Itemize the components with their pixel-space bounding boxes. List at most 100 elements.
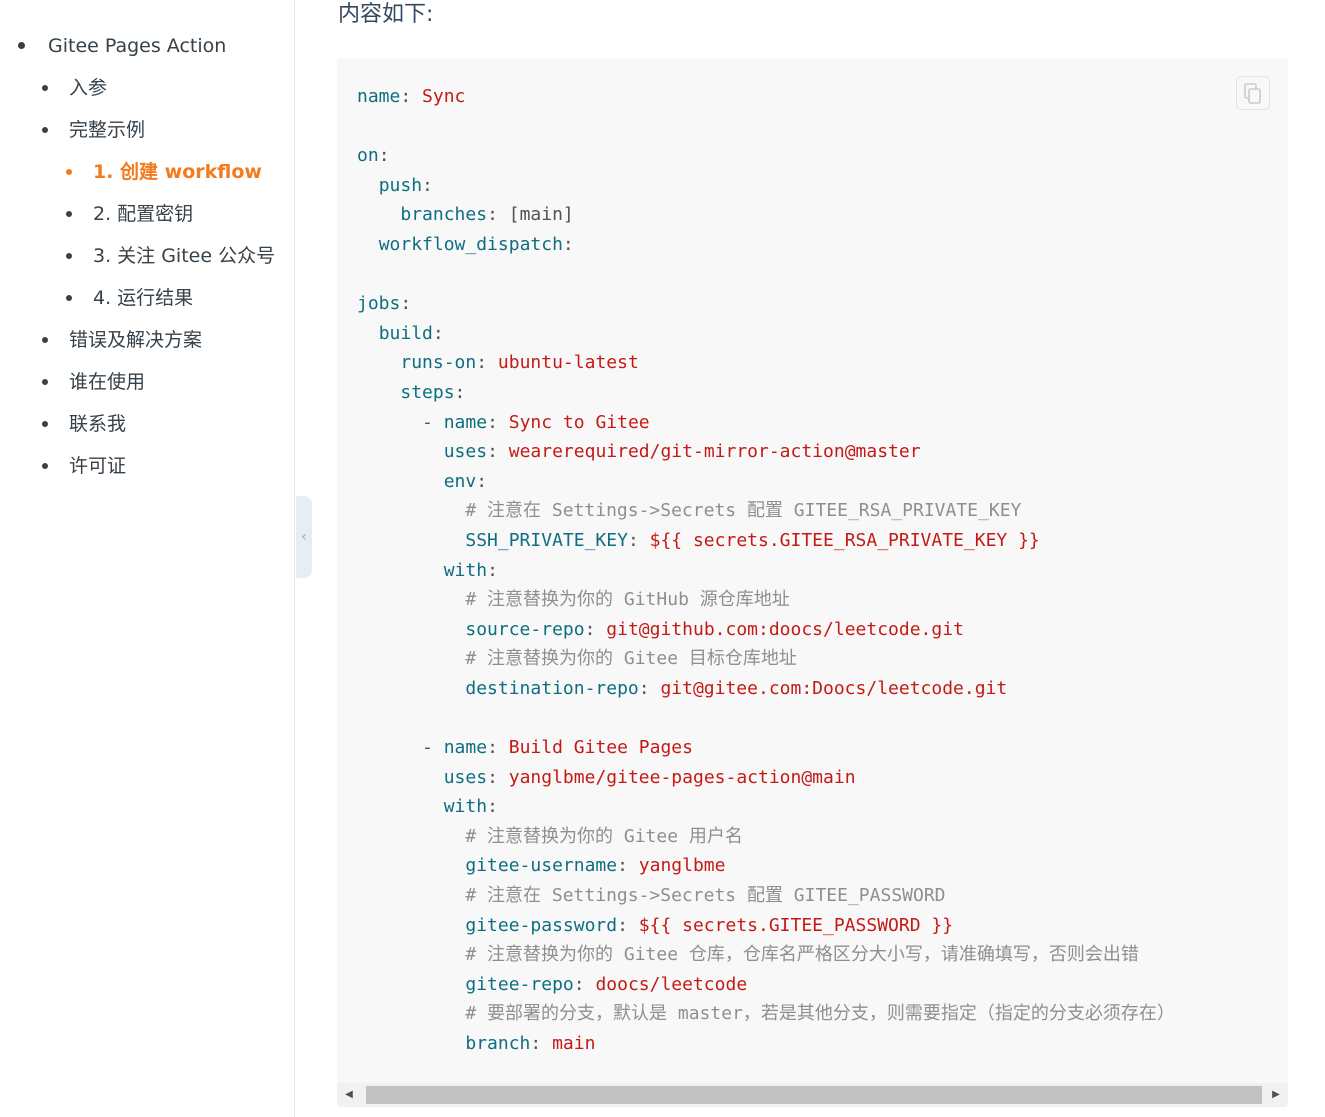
code-token: : xyxy=(476,470,488,492)
code-line: uses: wearerequired/git-mirror-action@ma… xyxy=(357,437,1175,467)
code-line: # 注意在 Settings->Secrets 配置 GITEE_PASSWOR… xyxy=(357,881,1175,911)
toc-item-label: 许可证 xyxy=(69,455,127,477)
code-token: SSH_PRIVATE_KEY xyxy=(465,529,628,551)
code-token: # 注意在 Settings->Secrets 配置 GITEE_RSA_PRI… xyxy=(465,500,1022,522)
code-block: name: Sync on: push: branches: [main] wo… xyxy=(337,58,1288,1107)
code-token: : xyxy=(487,559,498,581)
code-line: with: xyxy=(357,556,1175,586)
yaml-code: name: Sync on: push: branches: [main] wo… xyxy=(357,82,1175,1059)
code-line: env: xyxy=(357,467,1175,497)
sidebar-toggle-button[interactable]: ‹ xyxy=(296,496,312,578)
copy-icon xyxy=(1244,83,1261,104)
bullet-icon xyxy=(42,379,48,385)
code-token: - xyxy=(357,411,444,433)
content-heading: 内容如下: xyxy=(338,2,434,27)
code-line: build: xyxy=(357,319,1175,349)
code-token: uses xyxy=(443,441,488,463)
code-token: with xyxy=(443,796,488,818)
code-token: push xyxy=(378,174,423,196)
bullet-icon xyxy=(42,85,48,91)
code-token: : xyxy=(562,233,574,255)
toc-item-label: 入参 xyxy=(69,77,108,99)
bullet-icon xyxy=(66,169,72,175)
toc-item-label: 错误及解决方案 xyxy=(69,329,203,351)
code-token: : xyxy=(617,855,639,877)
code-token: yanglbme/gitee-pages-action@main xyxy=(508,766,856,788)
code-token: : xyxy=(627,529,650,551)
code-token: : xyxy=(476,352,498,374)
code-line: # 注意替换为你的 Gitee 用户名 xyxy=(357,822,1175,852)
code-token: Build Gitee Pages xyxy=(508,737,693,759)
chevron-left-icon: ‹ xyxy=(301,529,307,545)
code-token: : xyxy=(378,145,390,167)
code-token: wearerequired/git-mirror-action@master xyxy=(508,441,921,463)
code-token: : xyxy=(487,766,509,788)
bullet-icon xyxy=(18,42,25,49)
horizontal-scrollbar[interactable]: ◀ ▶ xyxy=(337,1083,1288,1107)
code-token: : xyxy=(530,1033,553,1054)
scroll-left-arrow[interactable]: ◀ xyxy=(337,1083,361,1107)
code-token: # 注意替换为你的 Gitee 仓库，仓库名严格区分大小写，请准确填写，否则会出… xyxy=(465,944,1139,966)
code-token: jobs xyxy=(357,293,401,315)
code-token: with xyxy=(443,559,488,581)
code-token: git@github.com:doocs/leetcode.git xyxy=(606,618,964,640)
code-token: name xyxy=(357,86,401,107)
code-token: # 要部署的分支，默认是 master，若是其他分支，则需要指定（指定的分支必须… xyxy=(465,1003,1175,1025)
code-token: # 注意在 Settings->Secrets 配置 GITEE_PASSWOR… xyxy=(465,885,946,907)
code-token: destination-repo xyxy=(465,677,639,699)
scroll-right-arrow[interactable]: ▶ xyxy=(1264,1083,1288,1107)
code-token: : xyxy=(573,973,596,995)
code-line: steps: xyxy=(357,378,1175,408)
code-token: : xyxy=(487,796,498,818)
code-line: # 注意替换为你的 Gitee 仓库，仓库名严格区分大小写，请准确填写，否则会出… xyxy=(357,940,1175,970)
code-line: workflow_dispatch: xyxy=(357,230,1175,260)
toc-item-label: 1. 创建 workflow xyxy=(93,161,262,183)
code-token: doocs/leetcode xyxy=(595,973,748,995)
code-line: destination-repo: git@gitee.com:Doocs/le… xyxy=(357,674,1175,704)
toc-item-label: 4. 运行结果 xyxy=(93,287,194,309)
code-token: steps xyxy=(400,381,455,403)
toc-item-label: 谁在使用 xyxy=(69,371,146,393)
toc-item-label: Gitee Pages Action xyxy=(48,35,227,57)
bullet-icon xyxy=(42,463,48,469)
code-line: # 注意替换为你的 GitHub 源仓库地址 xyxy=(357,585,1175,615)
code-line: source-repo: git@github.com:doocs/leetco… xyxy=(357,615,1175,645)
code-line: on: xyxy=(357,141,1175,171)
toc-item-label: 2. 配置密钥 xyxy=(93,203,194,225)
code-token: git@gitee.com:Doocs/leetcode.git xyxy=(660,677,1008,699)
code-line: branch: main xyxy=(357,1029,1175,1059)
code-token: : xyxy=(400,293,412,315)
code-line: branches: [main] xyxy=(357,200,1175,230)
code-token: branch xyxy=(465,1033,531,1054)
bullet-icon xyxy=(66,253,72,259)
code-token: : xyxy=(422,174,433,196)
code-line: # 注意替换为你的 Gitee 目标仓库地址 xyxy=(357,644,1175,674)
code-token: : xyxy=(487,441,509,463)
copy-code-button[interactable] xyxy=(1236,76,1270,110)
code-token: # 注意替换为你的 Gitee 目标仓库地址 xyxy=(465,648,797,670)
code-token: # 注意替换为你的 GitHub 源仓库地址 xyxy=(465,589,790,611)
code-token: : xyxy=(400,86,423,107)
code-line: gitee-username: yanglbme xyxy=(357,851,1175,881)
toc-item-label: 联系我 xyxy=(69,413,127,435)
code-line: # 注意在 Settings->Secrets 配置 GITEE_RSA_PRI… xyxy=(357,496,1175,526)
scrollbar-thumb[interactable] xyxy=(366,1086,1262,1104)
code-token: env xyxy=(443,470,477,492)
code-line: # 要部署的分支，默认是 master，若是其他分支，则需要指定（指定的分支必须… xyxy=(357,999,1175,1029)
